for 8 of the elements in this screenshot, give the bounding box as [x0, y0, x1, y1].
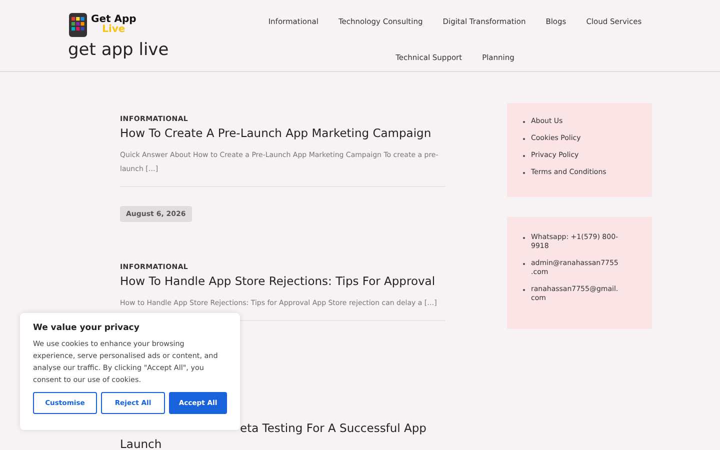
phone-icon [68, 12, 88, 38]
site-title[interactable]: get app live [68, 40, 238, 60]
logo-text: Get App [91, 15, 136, 25]
post-title[interactable]: How To Create A Pre-Launch App Marketing Campaign [120, 126, 445, 140]
post-title[interactable]: How To Handle App Store Rejections: Tips For Approval [120, 274, 445, 288]
post-title[interactable]: eta Testing For A Successful App Launch [120, 420, 445, 450]
logo-text: Live [102, 25, 126, 35]
banner-title: We value your privacy [33, 323, 140, 333]
